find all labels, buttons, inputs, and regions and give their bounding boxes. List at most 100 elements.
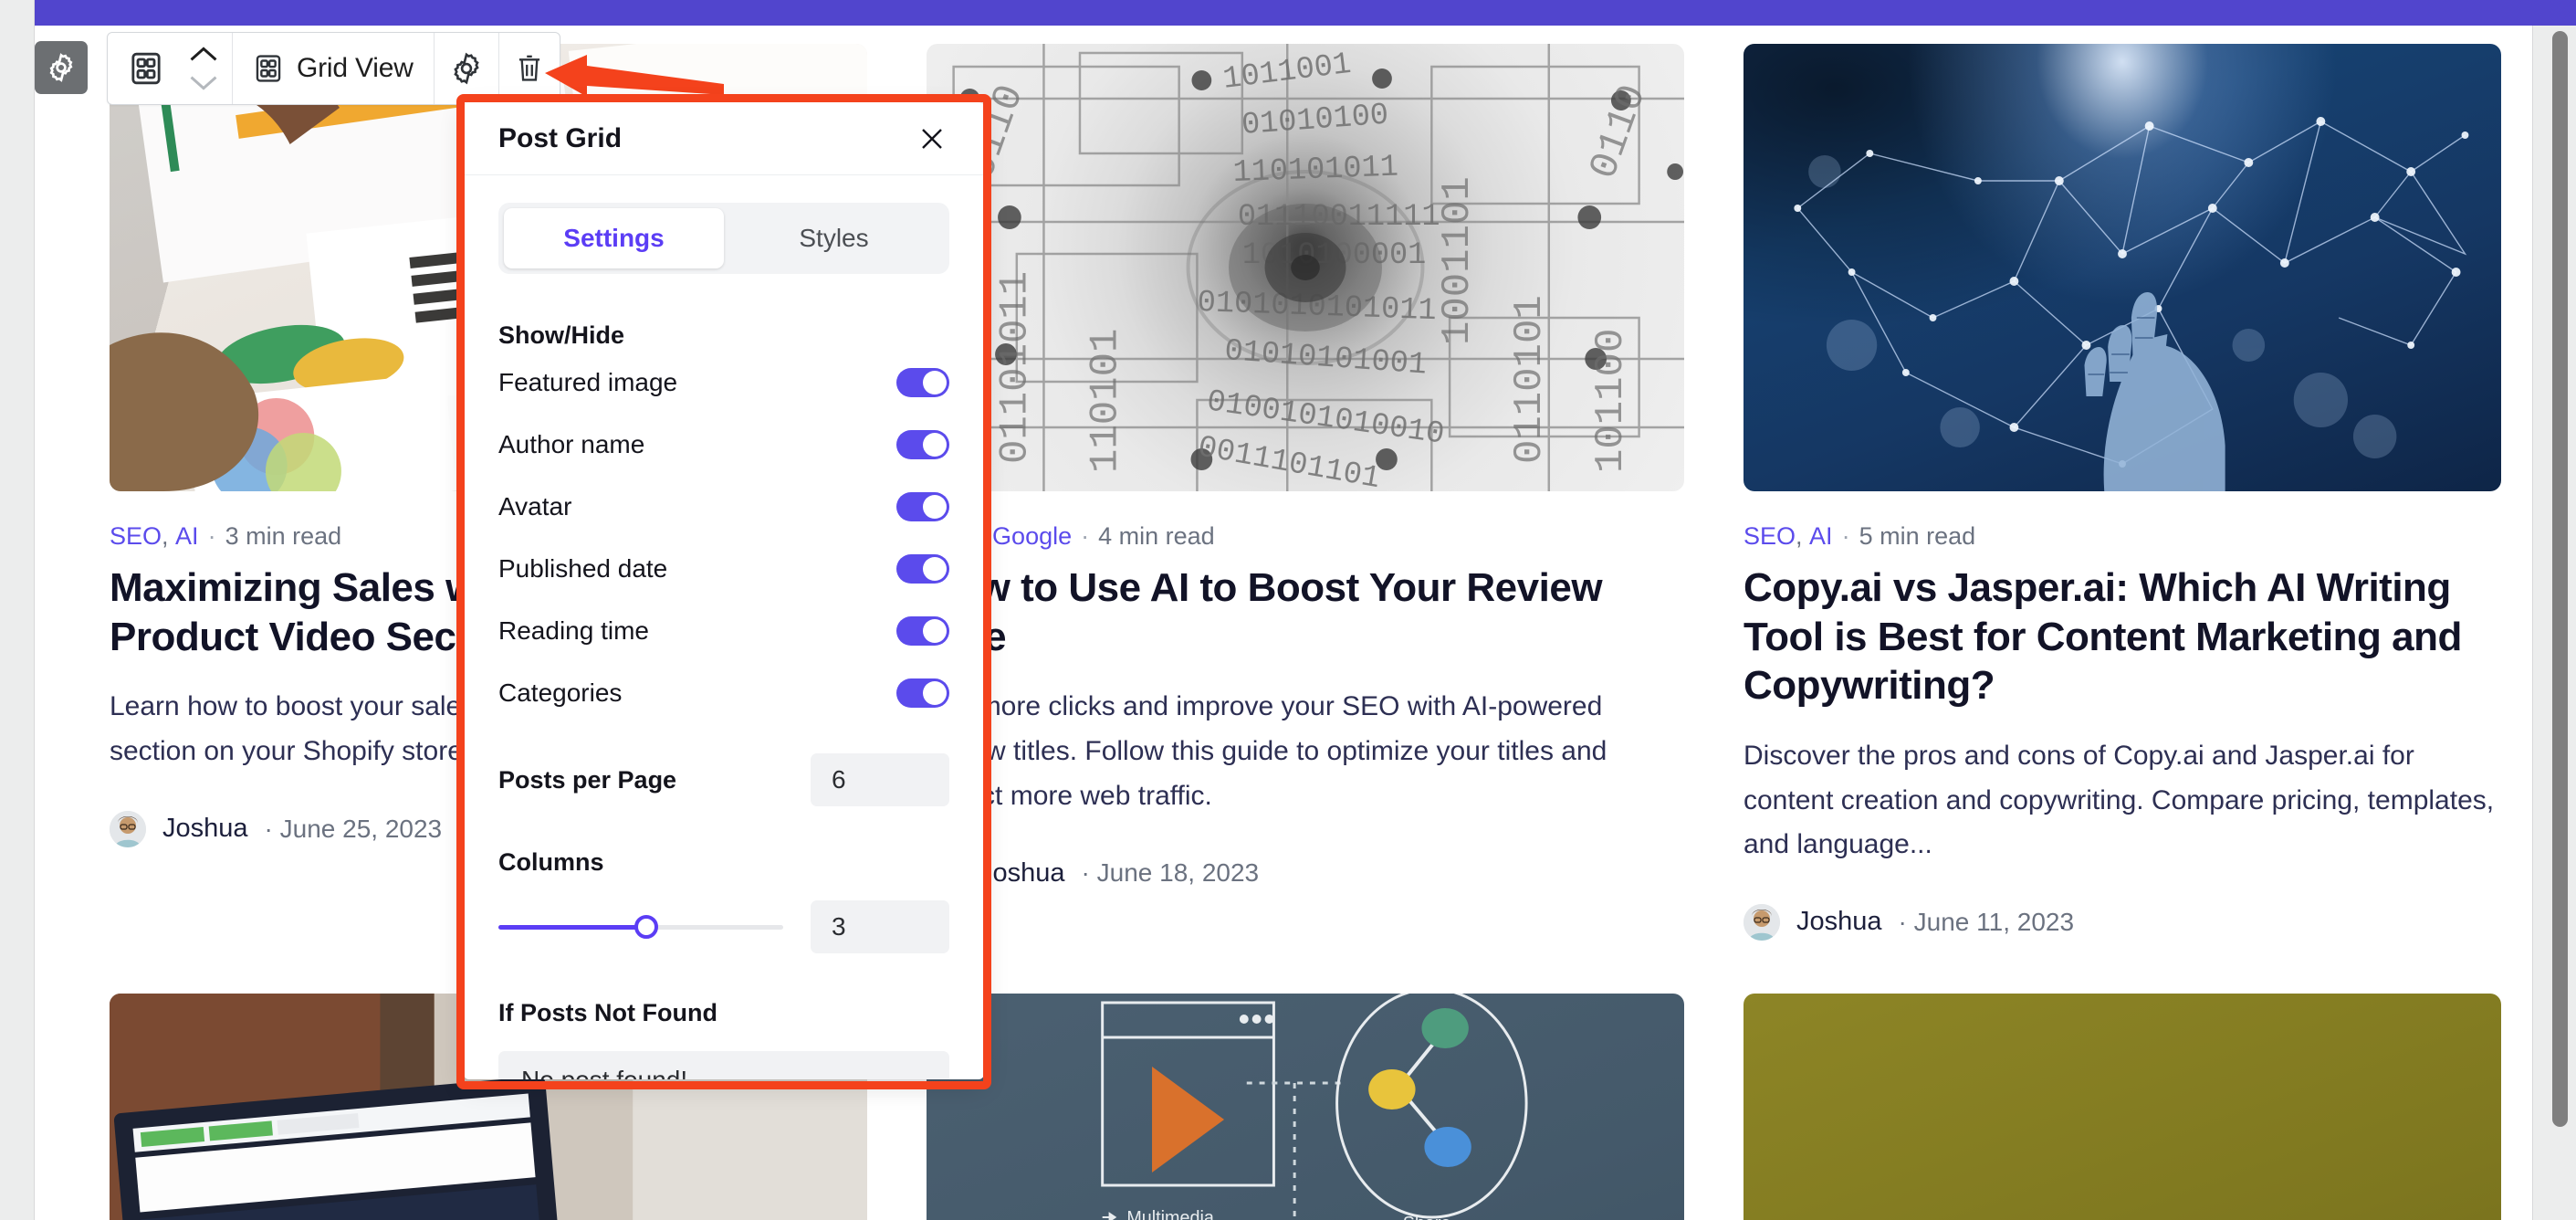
posts-per-page-input[interactable]: 6 [811,753,949,806]
wood-blocks-illustration [1744,994,2501,1220]
post-category[interactable]: Google [992,522,1072,551]
avatar [110,810,146,847]
setting-row-reading-time: Reading time [498,602,949,660]
meta-separator: · [207,522,216,550]
posts-per-page-row: Posts per Page 6 [498,753,949,806]
trash-icon [518,55,539,81]
editor-canvas-root: TRENDS SEO, AI · 3 min read Maximizing S… [0,0,2576,1220]
meta-separator: · [1841,522,1850,550]
post-card[interactable] [1744,993,2501,1220]
setting-label: Author name [498,430,645,458]
gear-icon [454,52,479,85]
svg-text:0110101: 0110101 [1508,295,1553,464]
toggle-categories[interactable] [896,678,949,708]
avatar [1744,903,1780,941]
post-meta: SEO, Google · 4 min read [927,522,1684,551]
avatar-illustration [1744,903,1780,941]
post-card[interactable]: 1011001 01010100 110101011 01110011111 1… [927,44,1684,941]
block-type-button[interactable] [108,33,184,104]
toolbar-group-settings [435,33,499,104]
tab-settings[interactable]: Settings [504,208,724,268]
svg-text:01010101001: 01010101001 [1223,334,1428,384]
move-up-button[interactable] [188,44,219,64]
setting-row-avatar: Avatar [498,478,949,536]
post-reading-time: 3 min read [225,522,342,550]
columns-input[interactable]: 3 [811,900,949,953]
post-category[interactable]: SEO [110,522,162,551]
chevron-up-icon [190,47,217,61]
post-author[interactable]: Joshua [162,814,248,844]
svg-text:01010100: 01010100 [1241,99,1389,144]
vertical-scrollbar[interactable] [2507,53,2527,1220]
post-title[interactable]: Copy.ai vs Jasper.ai: Which AI Writing T… [1744,563,2501,710]
toggle-knob [923,433,947,457]
toggle-avatar[interactable] [896,492,949,521]
popover-tabs: Settings Styles [498,203,949,274]
meta-separator: · [1081,522,1090,550]
avatar-illustration [110,810,146,847]
setting-row-categories: Categories [498,664,949,722]
post-card[interactable]: Multimedia Share [927,993,1684,1220]
svg-text:Share: Share [1403,1214,1451,1220]
slider-thumb[interactable] [634,915,659,939]
setting-label: Published date [498,554,668,583]
setting-row-author-name: Author name [498,415,949,474]
post-author[interactable]: Joshua [979,858,1065,889]
move-down-button[interactable] [188,73,219,93]
post-reading-time: 5 min read [1859,522,1976,550]
columns-slider[interactable] [498,915,783,939]
post-category[interactable]: AI [175,522,199,551]
toggle-knob [923,371,947,394]
toggle-knob [923,619,947,643]
columns-row: 3 [498,900,949,953]
showhide-heading: Show/Hide [498,321,625,349]
setting-row-featured-image: Featured image [498,353,949,412]
setting-label: Avatar [498,492,572,521]
block-toolbar: Grid View [107,32,560,105]
block-settings-button[interactable] [435,33,498,104]
post-date: · June 18, 2023 [1081,858,1260,888]
toggle-published-date[interactable] [896,554,949,584]
toggle-featured-image[interactable] [896,368,949,397]
svg-text:Multimedia: Multimedia [1126,1208,1214,1220]
svg-text:110101: 110101 [1084,329,1129,473]
chevron-down-icon [190,76,217,90]
grid-block-icon [256,55,281,82]
svg-text:101100: 101100 [1589,329,1634,473]
block-inserter-settings-button[interactable] [35,41,88,94]
toggle-reading-time[interactable] [896,616,949,646]
not-found-message-input[interactable]: No post found! [498,1051,949,1079]
close-button[interactable] [912,119,952,159]
toggle-knob [923,495,947,519]
setting-label: Featured image [498,368,678,396]
grid-view-button[interactable]: Grid View [233,33,434,104]
annotation-arrow [545,55,724,97]
post-author[interactable]: Joshua [1796,907,1882,937]
popover-title: Post Grid [498,122,623,153]
post-card[interactable]: SEO, AI · 5 min read Copy.ai vs Jasper.a… [1744,44,2501,941]
grid-block-icon [131,52,161,85]
binary-code-illustration: 1011001 01010100 110101011 01110011111 1… [927,44,1684,491]
post-featured-image: 1011001 01010100 110101011 01110011111 1… [927,44,1684,491]
ai-robot-hand-photo [1744,44,2501,491]
columns-label: Columns [498,848,604,876]
popover-body: Show/Hide Featured image Author name Ava… [464,321,984,1079]
tab-styles[interactable]: Styles [724,208,944,268]
post-category[interactable]: AI [1809,522,1833,551]
left-gutter [0,0,35,1220]
post-title[interactable]: How to Use AI to Boost Your Review Title [927,563,1684,661]
right-gutter-accent [2532,0,2576,26]
posts-per-page-label: Posts per Page [498,765,677,794]
vertical-scrollbar-thumb[interactable] [2552,31,2568,1127]
infographic-illustration: Multimedia Share [1101,993,1528,1220]
post-category[interactable]: SEO [1744,522,1796,551]
post-featured-image [1744,44,2501,491]
binary-code-photo: 1011001 01010100 110101011 01110011111 1… [927,44,1684,491]
toggle-author-name[interactable] [896,430,949,459]
post-byline: Joshua · June 11, 2023 [1744,903,2501,941]
toggle-knob [923,681,947,705]
ai-network-illustration [1794,117,2469,491]
if-posts-not-found-label: If Posts Not Found [498,999,717,1026]
svg-text:0110: 0110 [1582,79,1656,185]
block-mover [184,44,232,93]
